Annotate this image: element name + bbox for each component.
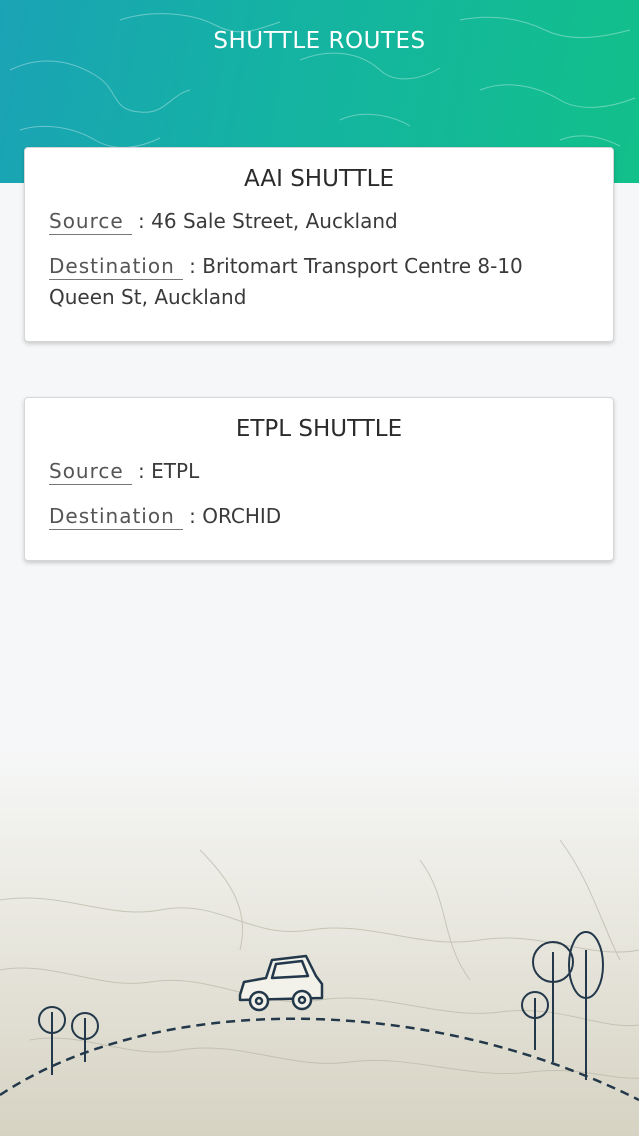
- route-card-aai[interactable]: AAI SHUTTLE Source : 46 Sale Street, Auc…: [24, 147, 614, 342]
- route-name: AAI SHUTTLE: [244, 166, 394, 192]
- source-label: Source: [49, 458, 132, 485]
- map-road-illustration: [0, 750, 639, 1136]
- source-value: ETPL: [151, 459, 200, 483]
- destination-row: Destination : ORCHID: [49, 503, 282, 530]
- destination-value: ORCHID: [202, 504, 282, 528]
- source-label: Source: [49, 208, 132, 235]
- destination-label: Destination: [49, 253, 183, 280]
- source-row: Source : 46 Sale Street, Auckland: [49, 208, 398, 235]
- source-row: Source : ETPL: [49, 458, 200, 485]
- source-value: 46 Sale Street, Auckland: [151, 209, 398, 233]
- destination-row: Destination : Britomart Transport Centre…: [49, 253, 523, 309]
- route-card-etpl[interactable]: ETPL SHUTTLE Source : ETPL Destination :…: [24, 397, 614, 561]
- destination-label: Destination: [49, 503, 183, 530]
- faded-map-background: [0, 750, 639, 1136]
- page-title: SHUTTLE ROUTES: [213, 28, 426, 54]
- footer-illustration: [0, 750, 639, 1136]
- route-name: ETPL SHUTTLE: [235, 416, 403, 442]
